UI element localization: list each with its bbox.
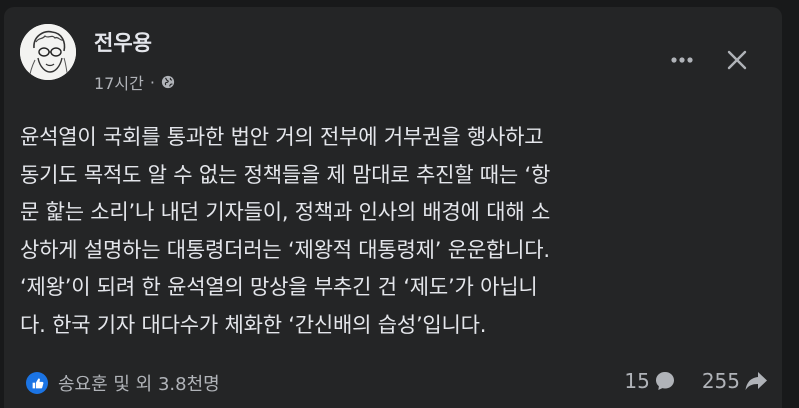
post-line: 다. 한국 기자 대다수가 체화한 ‘간신배의 습성’입니다. [20, 312, 487, 337]
post-timestamp[interactable]: 17시간 [94, 70, 144, 94]
reactions-text[interactable]: 송요훈 및 외 3.8천명 [58, 370, 220, 396]
post-meta: 17시간 · [94, 71, 175, 93]
thumbs-up-icon [26, 372, 48, 394]
reaction-summary[interactable]: 송요훈 및 외 3.8천명 [26, 370, 220, 396]
close-button[interactable] [717, 40, 757, 80]
post-card: 전우용 17시간 · 윤석열이 국회를 통과한 법안 거의 전부에 거부권을 행… [4, 7, 782, 408]
share-icon [745, 372, 767, 390]
engagement-stats: 15 255 [624, 369, 768, 393]
comments-stat[interactable]: 15 [624, 369, 675, 393]
shares-count: 255 [701, 369, 740, 393]
close-icon [727, 50, 747, 70]
shares-stat[interactable]: 255 [702, 369, 768, 393]
author-avatar[interactable] [20, 24, 76, 80]
globe-icon[interactable] [161, 75, 175, 89]
meta-separator: · [149, 72, 155, 92]
post-line: 윤석열이 국회를 통과한 법안 거의 전부에 거부권을 행사하고 [20, 125, 544, 149]
post-line: 상하게 설명하는 대통령더러는 ‘제왕적 대통령제’ 운운합니다. [20, 237, 550, 262]
more-options-button[interactable] [664, 42, 700, 78]
post-body: 윤석열이 국회를 통과한 법안 거의 전부에 거부권을 행사하고 동기도 목적도… [20, 119, 770, 345]
post-line: ‘제왕’이 되려 한 윤석열의 망상을 부추긴 건 ‘제도’가 아닙니 [20, 275, 538, 300]
comment-icon [655, 372, 674, 390]
post-line: 동기도 목적도 알 수 없는 정책들을 제 맘대로 추진할 때는 ‘항 [20, 162, 551, 187]
post-line: 문 핥는 소리’나 내던 기자들이, 정책과 인사의 배경에 대해 소 [20, 200, 551, 225]
more-horizontal-icon [671, 57, 693, 63]
comments-count: 15 [624, 369, 650, 393]
avatar-sketch-icon [20, 24, 76, 80]
author-name[interactable]: 전우용 [94, 31, 152, 55]
